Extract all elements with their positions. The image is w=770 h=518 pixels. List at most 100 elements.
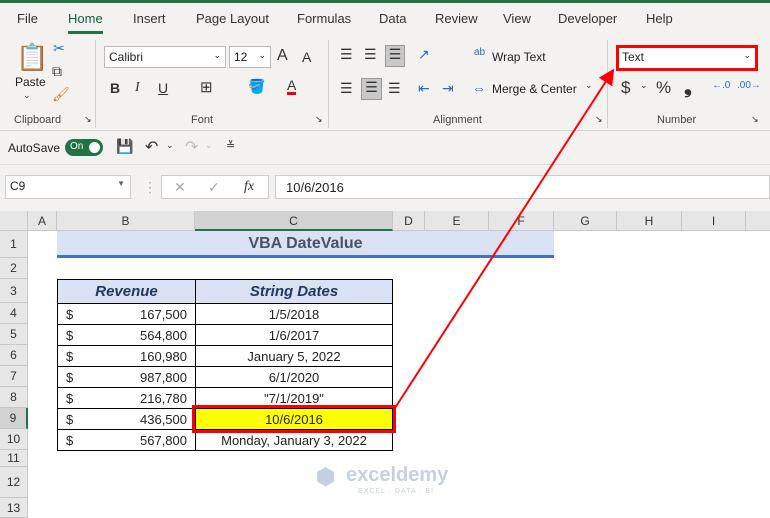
tab-file[interactable]: File — [17, 11, 38, 26]
revenue-cell[interactable]: $160,980 — [57, 345, 196, 367]
percent-button[interactable]: % — [656, 78, 671, 98]
column-header-i[interactable]: I — [682, 211, 746, 231]
decrease-indent-icon[interactable]: ⇤ — [418, 80, 430, 97]
date-cell[interactable]: 1/6/2017 — [195, 324, 393, 346]
row-header-13[interactable]: 13 — [0, 498, 28, 518]
selected-date-cell[interactable]: 10/6/2016 — [192, 405, 396, 433]
bold-button[interactable]: B — [110, 80, 120, 96]
row-header-7[interactable]: 7 — [0, 366, 28, 387]
tab-help[interactable]: Help — [646, 11, 673, 26]
paste-dropdown-icon[interactable]: ⌄ — [23, 90, 31, 101]
row-header-1[interactable]: 1 — [0, 231, 28, 258]
column-header-g[interactable]: G — [554, 211, 617, 231]
row-header-3[interactable]: 3 — [0, 279, 28, 303]
undo-icon[interactable]: ↶ — [145, 137, 158, 157]
tab-developer[interactable]: Developer — [558, 11, 617, 26]
copy-icon[interactable]: ⧉ — [52, 63, 62, 80]
format-painter-icon[interactable]: 🖌 — [52, 86, 70, 103]
column-header-next[interactable] — [746, 211, 770, 231]
tab-view[interactable]: View — [503, 11, 531, 26]
merge-center-button[interactable]: Merge & Center — [492, 82, 577, 96]
revenue-cell[interactable]: $567,800 — [57, 429, 196, 451]
date-cell[interactable]: Monday, January 3, 2022 — [195, 429, 393, 451]
italic-button[interactable]: I — [135, 80, 140, 96]
font-launcher-icon[interactable]: ↘ — [315, 114, 323, 125]
row-header-2[interactable]: 2 — [0, 258, 28, 279]
date-cell[interactable]: 6/1/2020 — [195, 366, 393, 388]
column-header-a[interactable]: A — [28, 211, 57, 231]
increase-indent-icon[interactable]: ⇥ — [442, 80, 454, 97]
revenue-cell[interactable]: $564,800 — [57, 324, 196, 346]
fill-color-icon[interactable]: 🪣 — [248, 78, 265, 95]
column-header-h[interactable]: H — [617, 211, 682, 231]
font-name-select[interactable]: Calibri ⌄ — [104, 46, 226, 68]
row-header-10[interactable]: 10 — [0, 429, 28, 450]
align-center-icon[interactable]: ☰ — [361, 78, 382, 100]
redo-icon[interactable]: ↷ — [185, 137, 198, 157]
formula-input[interactable]: 10/6/2016 — [275, 175, 770, 199]
date-cell[interactable]: "7/1/2019" — [195, 387, 393, 409]
column-header-e[interactable]: E — [425, 211, 489, 231]
insert-function-button[interactable]: fx — [244, 179, 254, 195]
row-header-5[interactable]: 5 — [0, 324, 28, 345]
cut-icon[interactable]: ✂ — [53, 40, 65, 57]
comma-style-button[interactable]: ❟ — [684, 76, 692, 99]
tab-insert[interactable]: Insert — [133, 11, 166, 26]
font-color-button[interactable]: A — [287, 78, 297, 95]
row-header-11[interactable]: 11 — [0, 450, 28, 467]
tab-review[interactable]: Review — [435, 11, 478, 26]
row-header-4[interactable]: 4 — [0, 303, 28, 324]
alignment-launcher-icon[interactable]: ↘ — [595, 114, 603, 125]
date-cell[interactable]: January 5, 2022 — [195, 345, 393, 367]
increase-font-size-button[interactable]: A — [277, 47, 288, 65]
revenue-cell[interactable]: $216,780 — [57, 387, 196, 409]
clipboard-launcher-icon[interactable]: ↘ — [84, 114, 92, 125]
paste-button[interactable]: Paste — [15, 75, 46, 89]
decrease-decimal-icon[interactable]: .00→ — [737, 80, 761, 91]
date-cell[interactable]: 1/5/2018 — [195, 303, 393, 325]
chevron-down-icon[interactable]: ⌄ — [166, 140, 174, 151]
revenue-cell[interactable]: $167,500 — [57, 303, 196, 325]
chevron-down-icon[interactable]: ⌄ — [640, 80, 648, 91]
decrease-font-size-button[interactable]: A — [302, 49, 311, 65]
orientation-icon[interactable]: ↗ — [418, 46, 430, 63]
increase-decimal-icon[interactable]: ←.0 — [712, 80, 730, 91]
align-left-icon[interactable]: ☰ — [340, 80, 353, 97]
tab-home[interactable]: Home — [68, 11, 103, 34]
tab-data[interactable]: Data — [379, 11, 406, 26]
save-icon[interactable]: 💾 — [116, 138, 133, 155]
align-bottom-icon[interactable]: ☰ — [385, 45, 405, 67]
column-header-b[interactable]: B — [57, 211, 195, 231]
name-box[interactable]: C9 ▼ — [5, 175, 131, 199]
column-header-d[interactable]: D — [393, 211, 425, 231]
customize-qat-icon[interactable]: ≚ — [226, 139, 235, 152]
row-header-6[interactable]: 6 — [0, 345, 28, 366]
row-header-8[interactable]: 8 — [0, 387, 28, 408]
number-format-select[interactable]: Text ⌄ — [616, 45, 758, 71]
tab-page-layout[interactable]: Page Layout — [196, 11, 269, 26]
chevron-down-icon[interactable]: ⌄ — [585, 80, 593, 91]
paste-icon[interactable]: 📋 — [16, 42, 48, 72]
group-label-font: Font — [191, 114, 214, 126]
align-top-icon[interactable]: ☰ — [340, 46, 353, 63]
row-header-12[interactable]: 12 — [0, 467, 28, 498]
font-size-select[interactable]: 12 ⌄ — [229, 46, 271, 68]
enter-icon[interactable]: ✓ — [208, 179, 220, 196]
borders-icon[interactable]: ⊞ — [200, 78, 213, 96]
currency-button[interactable]: $ — [621, 78, 630, 98]
tab-formulas[interactable]: Formulas — [297, 11, 351, 26]
wrap-text-button[interactable]: Wrap Text — [492, 50, 546, 64]
row-header-9[interactable]: 9 — [0, 408, 28, 429]
select-all-corner[interactable] — [0, 211, 28, 231]
revenue-cell[interactable]: $436,500 — [57, 408, 196, 430]
chevron-down-icon[interactable]: ⌄ — [205, 140, 213, 151]
autosave-toggle[interactable]: On — [65, 139, 103, 156]
cancel-icon[interactable]: ✕ — [174, 179, 186, 196]
align-right-icon[interactable]: ☰ — [388, 80, 401, 97]
align-middle-icon[interactable]: ☰ — [364, 46, 377, 63]
column-header-f[interactable]: F — [489, 211, 554, 231]
column-header-c[interactable]: C — [195, 211, 393, 231]
underline-button[interactable]: U — [158, 80, 168, 96]
revenue-cell[interactable]: $987,800 — [57, 366, 196, 388]
number-launcher-icon[interactable]: ↘ — [751, 114, 759, 125]
